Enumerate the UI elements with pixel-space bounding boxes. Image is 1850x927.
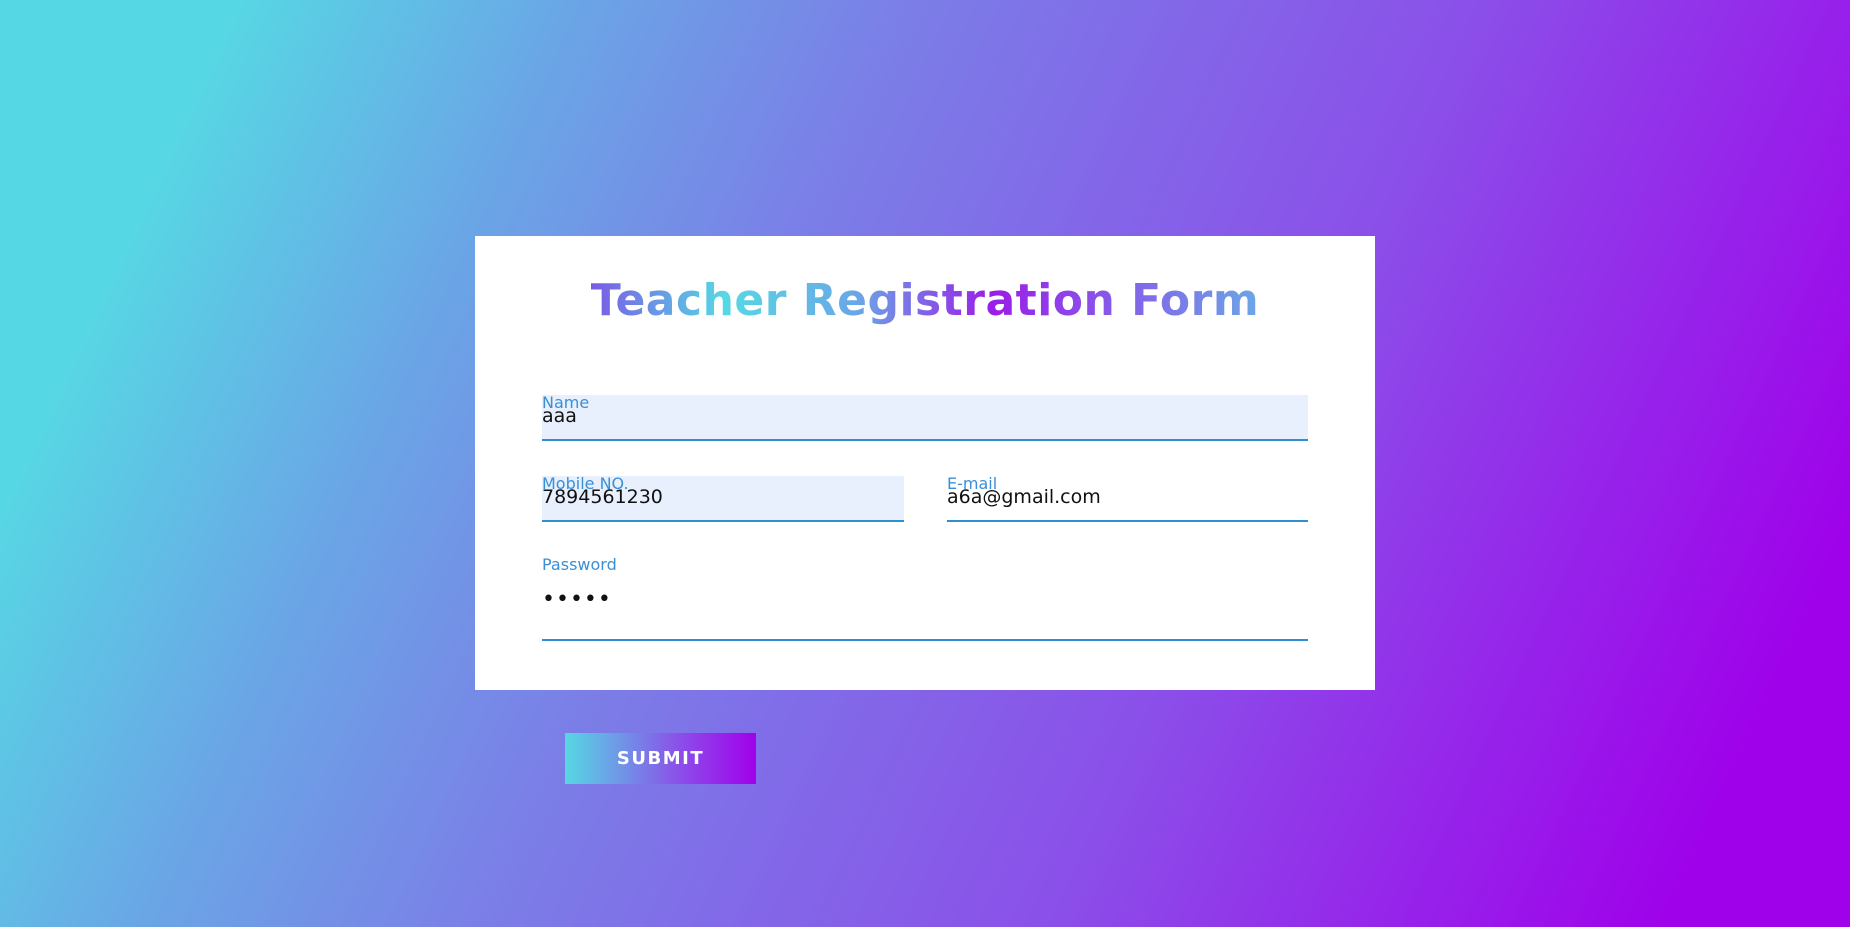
form-title-text: Teacher Registration Form	[590, 275, 1260, 326]
password-field: Password •••••	[542, 555, 1308, 641]
form-title: Teacher Registration Form	[475, 270, 1375, 332]
email-field: E-mail a6a@gmail.com	[947, 474, 1308, 524]
email-input[interactable]: a6a@gmail.com	[947, 476, 1308, 522]
mobile-label: Mobile NO.	[542, 474, 629, 493]
registration-card: Teacher Registration Form Name aaa Mobil…	[475, 236, 1375, 690]
name-input[interactable]: aaa	[542, 395, 1308, 441]
name-field: Name aaa	[542, 393, 1308, 443]
password-label: Password	[542, 555, 617, 574]
mobile-field: Mobile NO. 7894561230	[542, 474, 904, 524]
password-input[interactable]: •••••	[542, 557, 1308, 641]
email-label: E-mail	[947, 474, 998, 493]
name-label: Name	[542, 393, 590, 412]
submit-button[interactable]: SUBMIT	[565, 733, 756, 784]
